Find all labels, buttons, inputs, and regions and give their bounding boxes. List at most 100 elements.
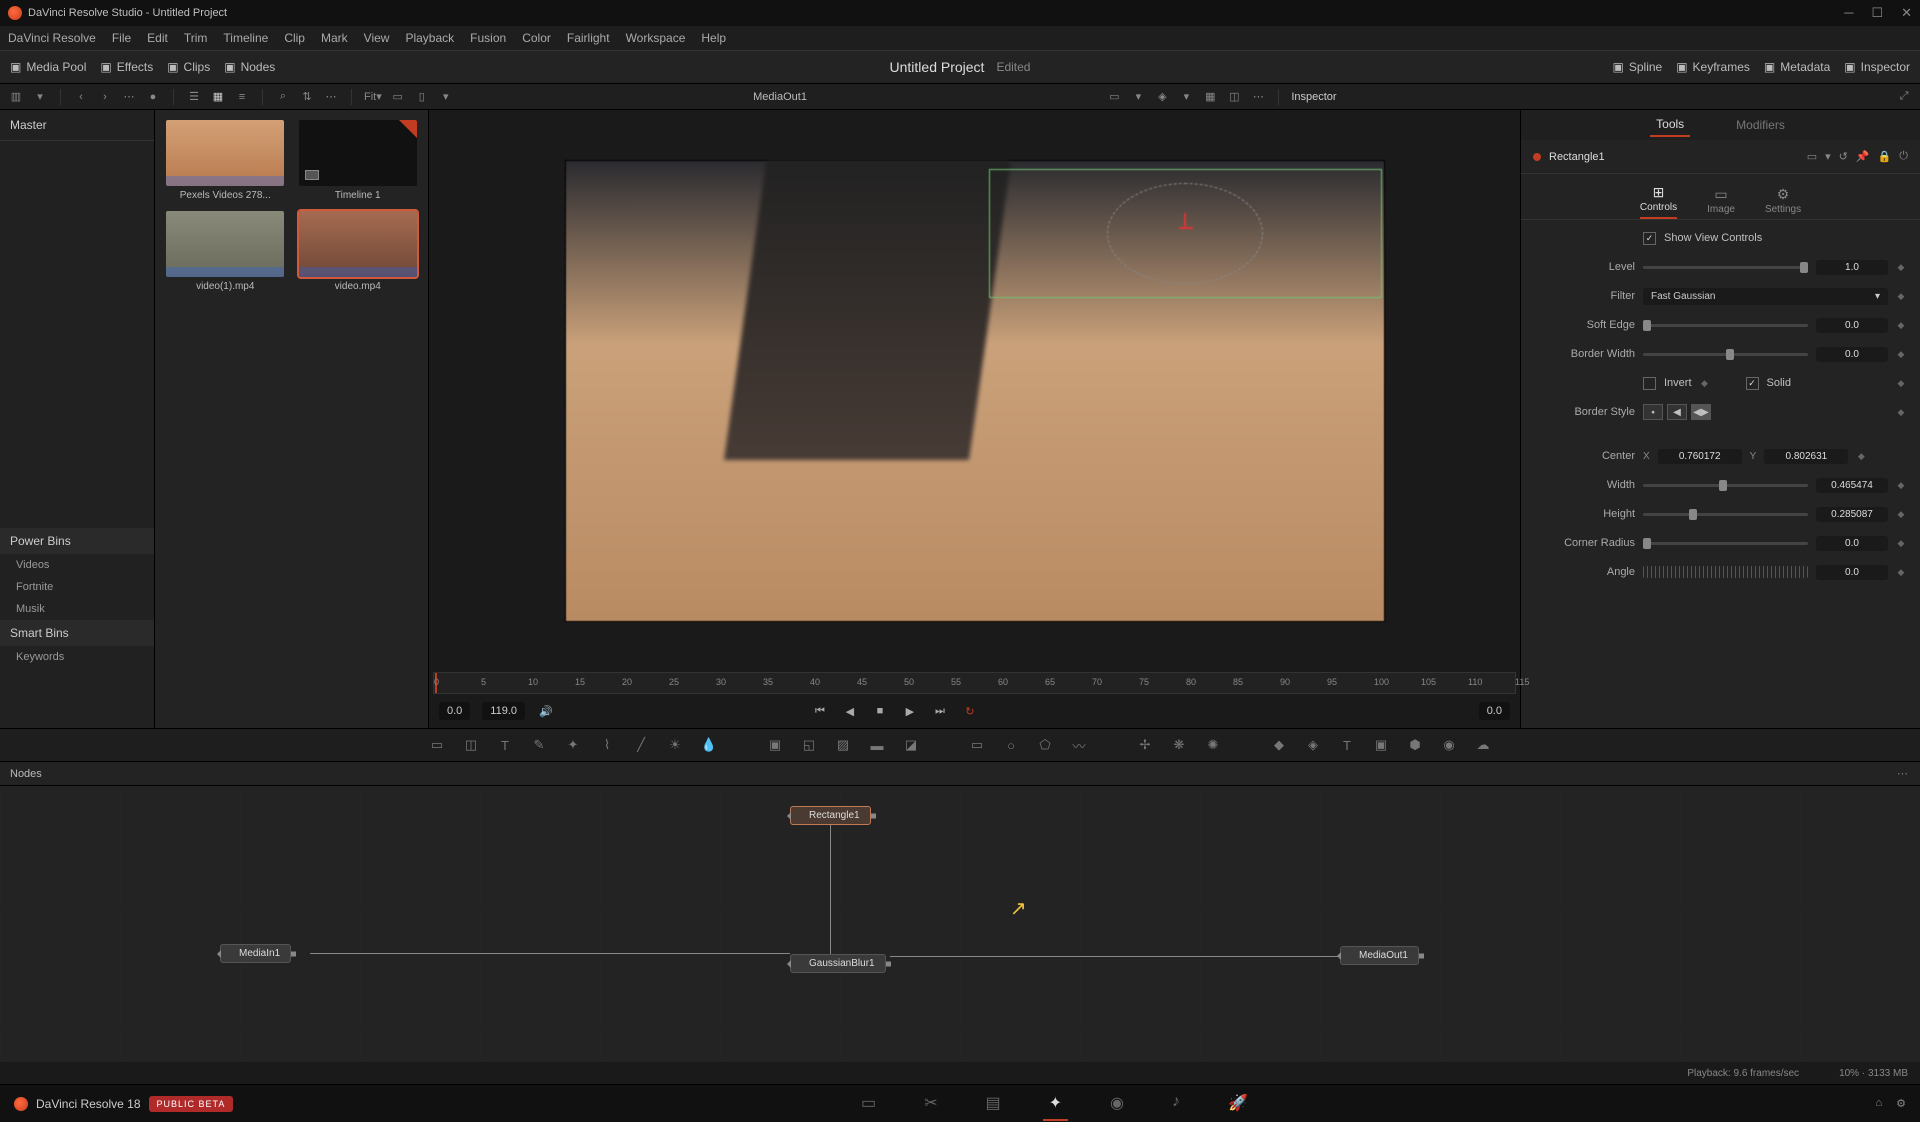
level-value[interactable]: 1.0 — [1816, 260, 1888, 275]
fusion-page-button[interactable]: ✦ — [1043, 1087, 1068, 1121]
view-b-icon[interactable]: ▯ — [414, 89, 430, 105]
clip-item[interactable]: video(1).mp4 — [163, 211, 288, 292]
nav-back-icon[interactable]: ‹ — [73, 89, 89, 105]
clip-item[interactable]: video.mp4 — [296, 211, 421, 292]
menu-edit[interactable]: Edit — [147, 31, 168, 45]
menu-mark[interactable]: Mark — [321, 31, 348, 45]
borderwidth-value[interactable]: 0.0 — [1816, 347, 1888, 362]
smart-bins-header[interactable]: Smart Bins — [0, 620, 154, 646]
time-in[interactable]: 0.0 — [439, 702, 470, 720]
maximize-button[interactable]: ☐ — [1871, 5, 1883, 21]
close-button[interactable]: ✕ — [1901, 5, 1912, 21]
menu-view[interactable]: View — [364, 31, 390, 45]
node-rectangle1[interactable]: Rectangle1 — [790, 806, 871, 825]
settings-icon[interactable]: ⚙ — [1896, 1097, 1906, 1110]
time-pos[interactable]: 0.0 — [1479, 702, 1510, 720]
menu-clip[interactable]: Clip — [284, 31, 305, 45]
path-tool-icon[interactable]: ⌇ — [597, 735, 617, 755]
letterbox-tool-icon[interactable]: ▬ — [867, 735, 887, 755]
menu-help[interactable]: Help — [701, 31, 726, 45]
filter-dropdown[interactable]: Fast Gaussian▾ — [1643, 288, 1888, 305]
softedge-value[interactable]: 0.0 — [1816, 318, 1888, 333]
clip-item[interactable]: Timeline 1 — [296, 120, 421, 201]
merge3d-tool-icon[interactable]: ⬢ — [1405, 735, 1425, 755]
menu-color[interactable]: Color — [522, 31, 551, 45]
view-a-icon[interactable]: ▭ — [390, 89, 406, 105]
borderstyle-arrow-button[interactable]: ◀ — [1667, 404, 1687, 420]
blur-tool-icon[interactable]: 💧 — [699, 735, 719, 755]
menu-fusion[interactable]: Fusion — [470, 31, 506, 45]
search-icon[interactable]: ⌕ — [275, 89, 291, 105]
angle-value[interactable]: 0.0 — [1816, 565, 1888, 580]
effects-button[interactable]: ▣Effects — [100, 60, 153, 74]
light-tool-icon[interactable]: ☀ — [665, 735, 685, 755]
pemit-tool-icon[interactable]: ✺ — [1203, 735, 1223, 755]
strip-view-icon[interactable]: ≡ — [234, 89, 250, 105]
keyframe-diamond-icon[interactable]: ◆ — [1896, 538, 1906, 549]
inspector-button[interactable]: ▣Inspector — [1844, 60, 1910, 74]
chevron-down-icon[interactable]: ▾ — [1130, 89, 1146, 105]
list-view-icon[interactable]: ☰ — [186, 89, 202, 105]
split-icon[interactable]: ◫ — [1226, 89, 1242, 105]
keyframe-diamond-icon[interactable]: ◆ — [1856, 451, 1866, 462]
color-page-button[interactable]: ◉ — [1104, 1087, 1130, 1121]
corner-value[interactable]: 0.0 — [1816, 536, 1888, 551]
smartbin-keywords[interactable]: Keywords — [0, 646, 154, 668]
versions-icon[interactable]: ▭ — [1807, 150, 1817, 163]
viewer-canvas[interactable] — [565, 160, 1385, 622]
deliver-page-button[interactable]: 🚀 — [1222, 1087, 1254, 1121]
angle-scrubber[interactable] — [1643, 566, 1808, 578]
keyframe-diamond-icon[interactable]: ◆ — [1896, 480, 1906, 491]
center-x-value[interactable]: 0.760172 — [1658, 449, 1742, 464]
text-tool-icon[interactable]: T — [495, 735, 515, 755]
first-frame-button[interactable]: ⏮ — [811, 702, 829, 720]
inspector-subtab-settings[interactable]: ⚙Settings — [1765, 187, 1801, 219]
level-slider[interactable] — [1643, 266, 1808, 269]
menu-fairlight[interactable]: Fairlight — [567, 31, 610, 45]
menu-timeline[interactable]: Timeline — [223, 31, 268, 45]
viewer-mode-icon[interactable]: ▭ — [1106, 89, 1122, 105]
grid-icon[interactable]: ▦ — [1202, 89, 1218, 105]
render3d-tool-icon[interactable]: ◉ — [1439, 735, 1459, 755]
cut-page-button[interactable]: ✂ — [918, 1087, 943, 1121]
power-bins-header[interactable]: Power Bins — [0, 528, 154, 554]
polygon-mask-icon[interactable]: ⬠ — [1035, 735, 1055, 755]
keyframe-diamond-icon[interactable]: ◆ — [1896, 320, 1906, 331]
power-icon[interactable]: ⏻ — [1899, 150, 1908, 163]
text3d-tool-icon[interactable]: T — [1337, 735, 1357, 755]
menu-davinci-resolve[interactable]: DaVinci Resolve — [8, 31, 96, 45]
powerbin-musik[interactable]: Musik — [0, 598, 154, 620]
line-tool-icon[interactable]: ╱ — [631, 735, 651, 755]
stop-button[interactable]: ■ — [871, 702, 889, 720]
home-icon[interactable]: ⌂ — [1875, 1097, 1882, 1110]
rectangle-overlay[interactable] — [989, 169, 1382, 298]
node-graph[interactable]: MediaIn1Rectangle1GaussianBlur1MediaOut1 — [0, 786, 1920, 1062]
clips-button[interactable]: ▣Clips — [167, 60, 210, 74]
lock-icon[interactable]: 🔒 — [1878, 150, 1892, 163]
chevron-down-icon[interactable]: ▾ — [32, 89, 48, 105]
keyframe-diamond-icon[interactable]: ◆ — [1896, 407, 1906, 418]
menu-playback[interactable]: Playback — [405, 31, 454, 45]
tracker-tool-icon[interactable]: ✦ — [563, 735, 583, 755]
borderstyle-both-button[interactable]: ◀▶ — [1691, 404, 1711, 420]
keyframe-diamond-icon[interactable]: ◆ — [1896, 291, 1906, 302]
more2-icon[interactable]: ⋯ — [323, 89, 339, 105]
media-pool-button[interactable]: ▣Media Pool — [10, 60, 86, 74]
inspector-subtab-controls[interactable]: ⊞Controls — [1640, 185, 1677, 219]
time-ruler[interactable]: 0510152025303540455055606570758085909510… — [433, 672, 1516, 694]
chevron-down-icon[interactable]: ▾ — [1825, 150, 1831, 163]
keyframe-diamond-icon[interactable]: ◆ — [1896, 262, 1906, 273]
borderwidth-slider[interactable] — [1643, 353, 1808, 356]
solid-checkbox[interactable]: ✓ — [1746, 377, 1759, 390]
record-icon[interactable]: ● — [145, 89, 161, 105]
borderstyle-none-button[interactable]: ⬩ — [1643, 404, 1663, 420]
node-mediaout1[interactable]: MediaOut1 — [1340, 946, 1419, 965]
more-icon[interactable]: ⋯ — [121, 89, 137, 105]
shape3d-tool-icon[interactable]: ◆ — [1269, 735, 1289, 755]
clip-thumbnail[interactable] — [166, 120, 284, 186]
fit-dropdown[interactable]: Fit▾ — [364, 90, 382, 103]
powerbin-fortnite[interactable]: Fortnite — [0, 576, 154, 598]
ellipse-mask-icon[interactable]: ○ — [1001, 735, 1021, 755]
time-out[interactable]: 119.0 — [482, 702, 525, 720]
metadata-button[interactable]: ▣Metadata — [1764, 60, 1830, 74]
